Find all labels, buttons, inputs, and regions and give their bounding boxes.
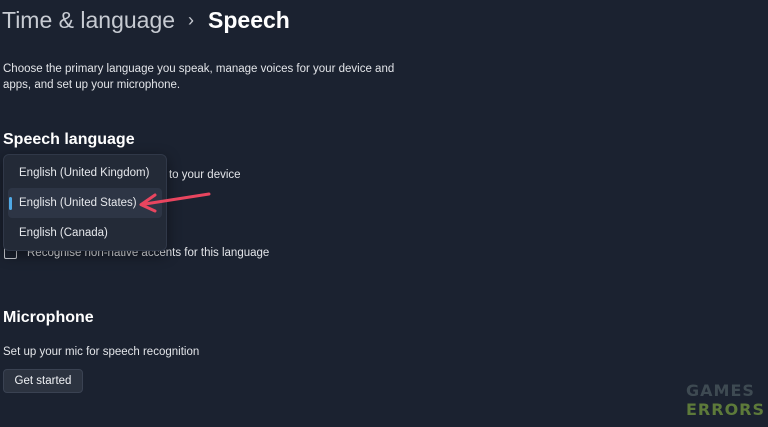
watermark-line-1: GAMES [686, 381, 755, 400]
language-option-uk[interactable]: English (United Kingdom) [8, 158, 162, 188]
language-option-label: English (United States) [19, 197, 137, 209]
page-title: Speech [208, 7, 290, 33]
breadcrumb-parent-link[interactable]: Time & language [2, 4, 175, 36]
chevron-right-icon: › [188, 10, 195, 30]
breadcrumb: Time & language › Speech [2, 4, 290, 36]
watermark-line-2: ERRORS [686, 400, 766, 419]
selection-indicator [9, 197, 12, 210]
annotation-arrow-icon [139, 192, 211, 213]
language-option-label: English (United Kingdom) [19, 167, 150, 179]
obscured-setting-text: k to your device [160, 169, 241, 181]
language-option-label: English (Canada) [19, 227, 108, 239]
microphone-heading: Microphone [3, 309, 94, 326]
language-option-canada[interactable]: English (Canada) [8, 218, 162, 248]
page-description: Choose the primary language you speak, m… [3, 63, 395, 91]
games-errors-logo: GAMES ERRORS [686, 381, 765, 419]
speech-language-heading: Speech language [3, 131, 135, 148]
get-started-button[interactable]: Get started [3, 369, 83, 393]
microphone-description: Set up your mic for speech recognition [3, 346, 200, 358]
